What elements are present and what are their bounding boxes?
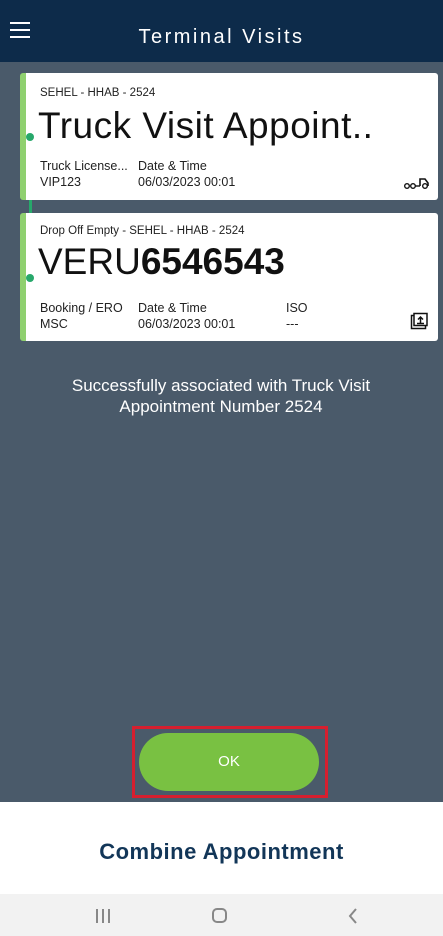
container-number: VERU6546543	[38, 242, 285, 282]
combine-appointment-title: Combine Appointment	[99, 839, 344, 864]
container-digits: 6546543	[140, 241, 285, 282]
drop-off-empty-card[interactable]: Drop Off Empty - SEHEL - HHAB - 2524 VER…	[20, 213, 438, 341]
card-subtitle: Drop Off Empty - SEHEL - HHAB - 2524	[40, 225, 245, 237]
app-bar: Terminal Visits	[0, 0, 443, 62]
home-icon[interactable]	[212, 908, 227, 923]
ok-button[interactable]: OK	[139, 733, 319, 791]
container-icon[interactable]	[410, 312, 428, 330]
truck-icon[interactable]	[404, 176, 430, 190]
date-time-label: Date & Time	[138, 301, 207, 315]
card-title: Truck Visit Appoint..	[38, 105, 374, 146]
card-subtitle: SEHEL - HHAB - 2524	[40, 87, 156, 99]
timeline-dot	[26, 274, 34, 282]
date-time-label: Date & Time	[138, 159, 207, 173]
date-time-value: 06/03/2023 00:01	[138, 175, 236, 189]
truck-license-label: Truck License...	[40, 159, 128, 173]
truck-visit-card[interactable]: SEHEL - HHAB - 2524 Truck Visit Appoint.…	[20, 73, 438, 200]
iso-label: ISO	[286, 301, 308, 315]
container-prefix: VERU	[38, 241, 141, 282]
recents-icon[interactable]	[96, 909, 110, 923]
success-message: Successfully associated with Truck Visit…	[71, 376, 371, 416]
booking-ero-label: Booking / ERO	[40, 301, 123, 315]
back-icon[interactable]	[347, 907, 359, 925]
main-content: SEHEL - HHAB - 2524 Truck Visit Appoint.…	[0, 62, 443, 802]
booking-ero-value: MSC	[40, 317, 68, 331]
bottom-panel: Combine Appointment	[0, 802, 443, 894]
page-title: Terminal Visits	[138, 26, 305, 48]
truck-license-value: VIP123	[40, 175, 82, 189]
iso-value: ---	[286, 317, 299, 331]
date-time-value: 06/03/2023 00:01	[138, 317, 236, 331]
system-nav-bar	[0, 894, 443, 936]
timeline-dot	[26, 133, 34, 141]
